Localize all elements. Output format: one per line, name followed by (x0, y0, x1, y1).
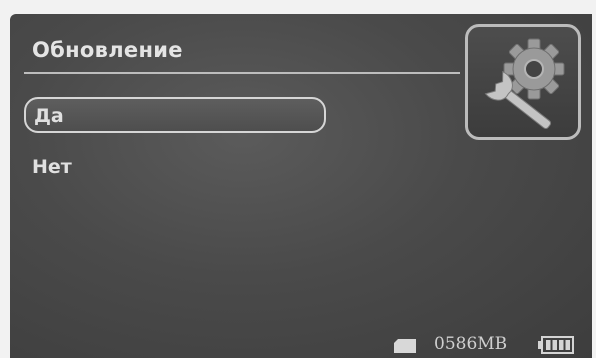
menu-item-yes[interactable]: Да (24, 97, 326, 133)
menu-item-no[interactable]: Нет (24, 150, 326, 186)
battery-segment (565, 340, 570, 350)
page-title: Обновление (32, 38, 183, 62)
storage-readout: 0586MB (434, 334, 508, 354)
battery-icon (538, 336, 574, 354)
battery-segment (552, 340, 557, 350)
battery-segment (546, 340, 551, 350)
menu-item-label: Нет (32, 156, 72, 178)
menu-item-label: Да (34, 105, 64, 127)
device-frame: Обновление Да Нет 0586MB (0, 0, 596, 358)
gear-and-wrench-icon (465, 24, 581, 140)
title-divider (24, 72, 460, 74)
sd-card-icon (394, 339, 416, 353)
battery-segment (559, 340, 564, 350)
device-screen: Обновление Да Нет 0586MB (10, 14, 592, 358)
